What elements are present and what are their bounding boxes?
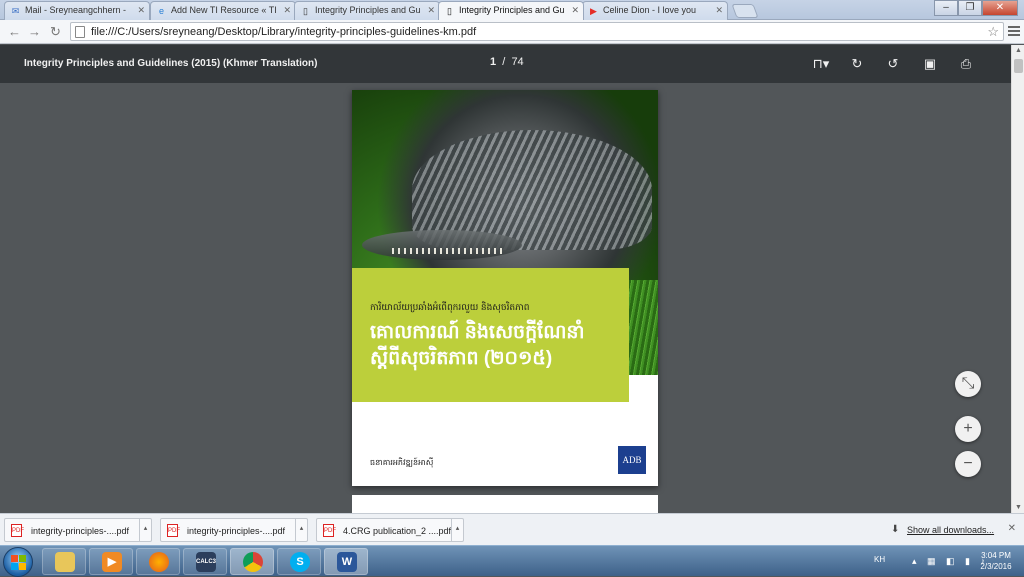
page-icon: [75, 26, 85, 38]
taskbar-firefox[interactable]: [136, 548, 180, 575]
taskbar-calculator[interactable]: CALC3: [183, 548, 227, 575]
firefox-icon: [149, 552, 169, 572]
forward-arrow-icon[interactable]: →: [28, 24, 41, 40]
pdf-toolbar: Integrity Principles and Guidelines (201…: [0, 45, 1011, 83]
clock-time: 3:04 PM: [981, 551, 1011, 560]
chrome-icon: [243, 552, 263, 572]
print-icon[interactable]: ⎙: [956, 54, 976, 74]
tab-title: Add New TI Resource « TI: [171, 5, 277, 15]
pdf-file-icon: PDF: [167, 524, 180, 537]
chevron-up-icon[interactable]: ▴: [139, 519, 151, 541]
word-icon: W: [337, 552, 357, 572]
document-icon: ▯: [447, 6, 452, 16]
download-item[interactable]: PDF integrity-principles-....pdf ▴: [4, 518, 152, 542]
clock-date: 2/3/2016: [980, 562, 1012, 571]
tab-title: Celine Dion - I love you: [603, 5, 697, 15]
save-icon[interactable]: ▣: [920, 54, 940, 74]
start-button[interactable]: [3, 547, 33, 577]
document-subtitle: ការិយាល័យប្រឆាំងអំពើពុករលួយ និងសុចរិតភាព: [370, 302, 530, 312]
menu-icon[interactable]: [1008, 24, 1020, 38]
show-all-downloads-link[interactable]: Show all downloads...: [907, 525, 994, 535]
document-title: គោលការណ៍ និងសេចក្តីណែនាំ ស្តីពីសុចរិតភាព…: [370, 322, 585, 369]
title-panel: ការិយាល័យប្រឆាំងអំពើពុករលួយ និងសុចរិតភាព…: [352, 268, 629, 402]
page-indicator: 1 / 74: [490, 56, 524, 68]
download-filename: integrity-principles-....pdf: [187, 526, 286, 536]
rotate-clockwise-icon[interactable]: ↻: [847, 54, 867, 74]
tab-title: Integrity Principles and Gu: [459, 5, 565, 15]
page-number-input[interactable]: 1: [490, 56, 496, 68]
tab-title: Mail - Sreyneangchhern -: [25, 5, 127, 15]
downloads-bar: PDF integrity-principles-....pdf ▴ PDF i…: [0, 513, 1024, 545]
download-item[interactable]: PDF integrity-principles-....pdf ▴: [160, 518, 308, 542]
download-filename: 4.CRG publication_2 ....pdf: [343, 526, 452, 536]
page-separator: /: [502, 56, 506, 68]
tab-integrity-active[interactable]: ▯ Integrity Principles and Gu ✕: [438, 1, 584, 20]
minimize-icon[interactable]: –: [934, 0, 958, 16]
bookmark-icon[interactable]: ⊓▾: [808, 54, 834, 74]
pdf-file-icon: PDF: [323, 524, 336, 537]
scroll-up-icon[interactable]: ▲: [1015, 47, 1022, 54]
language-indicator[interactable]: KH: [874, 555, 885, 564]
tab-add-resource[interactable]: e Add New TI Resource « TI ✕: [150, 1, 296, 20]
taskbar-word[interactable]: W: [324, 548, 368, 575]
taskbar-media-player[interactable]: ▶: [89, 548, 133, 575]
browser-tab-strip: ✉ Mail - Sreyneangchhern - ✕ e Add New T…: [0, 0, 1024, 20]
close-icon[interactable]: ✕: [427, 5, 435, 16]
pdf-page-2: [352, 495, 658, 513]
star-icon[interactable]: ☆: [987, 24, 999, 40]
system-tray: KH ▴ ▦ ◧ ▮ ♪ 3:04 PM 2/3/2016: [844, 546, 1024, 577]
pdf-file-icon: PDF: [11, 524, 24, 537]
download-filename: integrity-principles-....pdf: [31, 526, 130, 536]
pdf-page-1: ការិយាល័យប្រឆាំងអំពើពុករលួយ និងសុចរិតភាព…: [352, 90, 658, 486]
taskbar-chrome[interactable]: [230, 548, 274, 575]
mail-icon: ✉: [11, 6, 20, 16]
ie-icon: e: [158, 6, 164, 16]
close-icon[interactable]: ✕: [715, 5, 723, 16]
pdf-viewer[interactable]: ការិយាល័យប្រឆាំងអំពើពុករលួយ និងសុចរិតភាព…: [0, 83, 1011, 513]
scroll-down-icon[interactable]: ▼: [1015, 504, 1022, 511]
skype-icon: S: [290, 552, 310, 572]
youtube-icon: ▶: [590, 6, 597, 16]
clock[interactable]: 3:04 PM 2/3/2016: [976, 550, 1016, 572]
download-item[interactable]: PDF 4.CRG publication_2 ....pdf ▴: [316, 518, 464, 542]
document-icon: ▯: [303, 6, 308, 16]
chevron-up-icon[interactable]: ▴: [451, 519, 463, 541]
tab-youtube[interactable]: ▶ Celine Dion - I love you ✕: [582, 1, 728, 20]
rotate-counterclockwise-icon[interactable]: ↺: [883, 54, 903, 74]
calculator-icon: CALC3: [196, 552, 216, 572]
tab-title: Integrity Principles and Gu: [315, 5, 421, 15]
tab-mail[interactable]: ✉ Mail - Sreyneangchhern - ✕: [4, 1, 150, 20]
browser-toolbar: ← → ↻ file:///C:/Users/sreyneang/Desktop…: [0, 20, 1024, 44]
taskbar-explorer[interactable]: [42, 548, 86, 575]
taskbar: ▶ CALC3 S W KH ▴ ▦ ◧ ▮ ♪ 3:04 PM 2/3/201…: [0, 545, 1024, 577]
back-arrow-icon[interactable]: ←: [8, 24, 21, 40]
window-controls: – ❐ ✕: [934, 0, 1018, 16]
zoom-in-icon[interactable]: +: [955, 416, 981, 442]
folder-icon: [55, 552, 75, 572]
close-icon[interactable]: ✕: [137, 5, 145, 16]
close-icon[interactable]: ✕: [283, 5, 291, 16]
scroll-thumb[interactable]: [1014, 59, 1023, 73]
address-bar[interactable]: file:///C:/Users/sreyneang/Desktop/Libra…: [70, 22, 1004, 41]
publisher-name: ធនាគារអភិវឌ្ឍន៍អាស៊ី: [370, 458, 434, 467]
download-icon: ⬇: [891, 524, 900, 535]
url-text[interactable]: file:///C:/Users/sreyneang/Desktop/Libra…: [91, 26, 476, 38]
close-icon[interactable]: ✕: [571, 5, 579, 16]
media-player-icon: ▶: [102, 552, 122, 572]
chevron-up-icon[interactable]: ▴: [295, 519, 307, 541]
maximize-icon[interactable]: ❐: [958, 0, 982, 16]
close-icon[interactable]: ✕: [1008, 523, 1016, 534]
vertical-scrollbar[interactable]: ▲ ▼: [1011, 45, 1024, 513]
new-tab-button[interactable]: [731, 4, 759, 18]
adb-logo: ADB: [618, 446, 646, 474]
reload-icon[interactable]: ↻: [50, 24, 61, 40]
window-close-icon[interactable]: ✕: [982, 0, 1018, 16]
taskbar-skype[interactable]: S: [277, 548, 321, 575]
tab-integrity-1[interactable]: ▯ Integrity Principles and Gu ✕: [294, 1, 440, 20]
fit-to-page-icon[interactable]: ⤡: [955, 371, 981, 397]
total-pages: 74: [511, 56, 524, 68]
zoom-out-icon[interactable]: −: [955, 451, 981, 477]
pdf-title: Integrity Principles and Guidelines (201…: [24, 58, 318, 69]
